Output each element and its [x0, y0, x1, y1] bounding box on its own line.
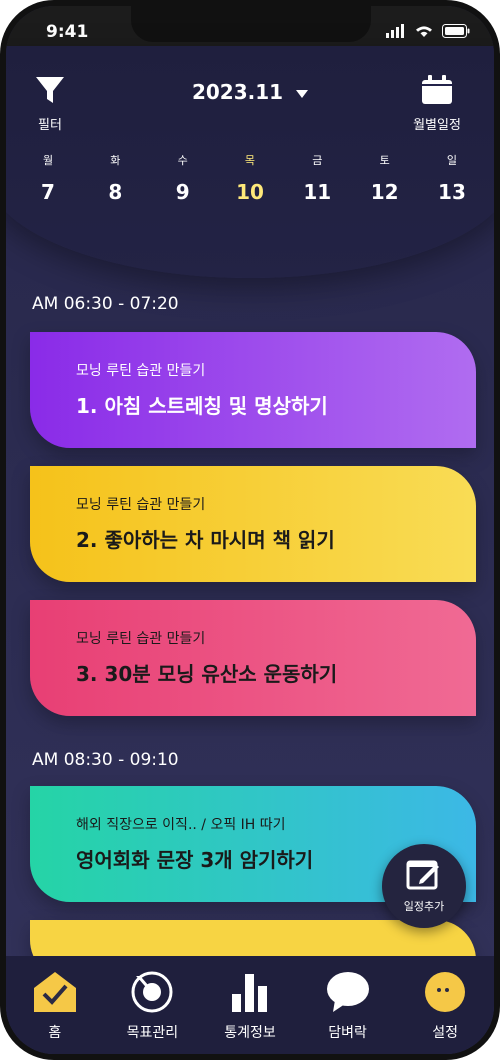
profile-face-icon [425, 972, 466, 1012]
week-strip: 월7 화8 수9 목 10 금 11 토 12 일 13 [20, 152, 480, 204]
tab-wall[interactable]: 담벼락 [303, 956, 393, 1054]
day-number: 13 [438, 180, 466, 204]
day-of-week: 수 [177, 154, 188, 167]
signal-icon [386, 24, 404, 38]
goal-name: 해외 직장으로 이직.. / 오픽 IH 따기 [76, 817, 286, 833]
wifi-icon [416, 26, 432, 37]
day-of-week: 목 [244, 154, 256, 167]
speech-bubble-icon [326, 972, 369, 1012]
month-label: 2023.11 [191, 80, 284, 104]
caret-down-icon [296, 90, 309, 98]
tab-home[interactable]: 홈 [10, 956, 100, 1054]
day-wed[interactable]: 수9 [155, 152, 211, 204]
tab-label: 설정 [432, 1025, 459, 1041]
day-of-week: 일 [446, 154, 458, 167]
goal-name: 모닝 루틴 습관 만들기 [76, 631, 206, 647]
notch [131, 6, 371, 42]
day-of-week: 월 [42, 154, 54, 167]
day-of-week: 토 [379, 154, 390, 167]
day-mon[interactable]: 월7 [20, 152, 76, 204]
tab-goals[interactable]: 목표관리 [107, 956, 197, 1054]
tab-label: 담벼락 [328, 1025, 367, 1041]
app-screen: 9:41 필터 2023.11 월별일정 월7 화8 수9 목 10 금 11 토1… [6, 6, 494, 1054]
target-icon [131, 971, 173, 1013]
tab-label: 홈 [48, 1025, 62, 1041]
day-of-week: 화 [110, 154, 121, 167]
day-number: 7 [41, 180, 55, 204]
time-range-heading: AM 08:30 - 09:10 [32, 750, 179, 770]
day-of-week: 금 [312, 154, 323, 167]
add-schedule-button[interactable]: 일정추가 [382, 844, 466, 928]
task-title: 1. 아침 스트레칭 및 명상하기 [76, 394, 328, 418]
goal-name: 모닝 루틴 습관 만들기 [76, 363, 206, 379]
home-check-icon [33, 972, 76, 1012]
schedule-card[interactable]: 모닝 루틴 습관 만들기 3. 30분 모닝 유산소 운동하기 [30, 600, 476, 716]
day-sun[interactable]: 일 13 [424, 152, 480, 204]
monthly-schedule-button[interactable]: 월별일정 [402, 74, 472, 133]
status-icons [386, 24, 470, 38]
task-title: 3. 30분 모닝 유산소 운동하기 [76, 662, 338, 686]
goal-name: 모닝 루틴 습관 만들기 [76, 497, 206, 513]
monthly-label: 월별일정 [413, 118, 461, 133]
status-time: 9:41 [46, 22, 89, 42]
calendar-icon [422, 75, 452, 104]
day-thu-selected[interactable]: 목 10 [222, 152, 278, 204]
day-number: 11 [303, 180, 332, 204]
schedule-card[interactable]: 모닝 루틴 습관 만들기 2. 좋아하는 차 마시며 책 읽기 [30, 466, 476, 582]
tab-settings[interactable]: 설정 [400, 956, 490, 1054]
task-title: 2. 좋아하는 차 마시며 책 읽기 [76, 528, 335, 552]
day-tue[interactable]: 화8 [87, 152, 143, 204]
tab-stats[interactable]: 통계정보 [205, 956, 295, 1054]
day-number: 12 [370, 180, 399, 204]
schedule-card[interactable]: 모닝 루틴 습관 만들기 1. 아침 스트레칭 및 명상하기 [30, 332, 476, 448]
bottom-tab-bar: 홈 목표관리 통계정보 담벼락 설정 [6, 956, 494, 1054]
day-number: 9 [175, 180, 190, 204]
bar-chart-icon [231, 974, 267, 1012]
time-range-heading: AM 06:30 - 07:20 [32, 294, 179, 314]
tab-label: 목표관리 [126, 1025, 179, 1041]
filter-label: 필터 [38, 118, 62, 133]
battery-icon [442, 24, 470, 38]
day-number: 10 [236, 180, 264, 204]
day-sat[interactable]: 토 12 [357, 152, 413, 204]
day-number: 8 [108, 180, 123, 204]
day-fri[interactable]: 금 11 [289, 152, 345, 204]
fab-label: 일정추가 [403, 900, 445, 913]
tab-label: 통계정보 [224, 1025, 276, 1041]
task-title: 영어회화 문장 3개 암기하기 [76, 848, 314, 872]
phone-frame: 9:41 필터 2023.11 월별일정 월7 화8 수9 목 10 금 11 토1… [0, 0, 500, 1060]
edit-note-icon [406, 860, 439, 890]
